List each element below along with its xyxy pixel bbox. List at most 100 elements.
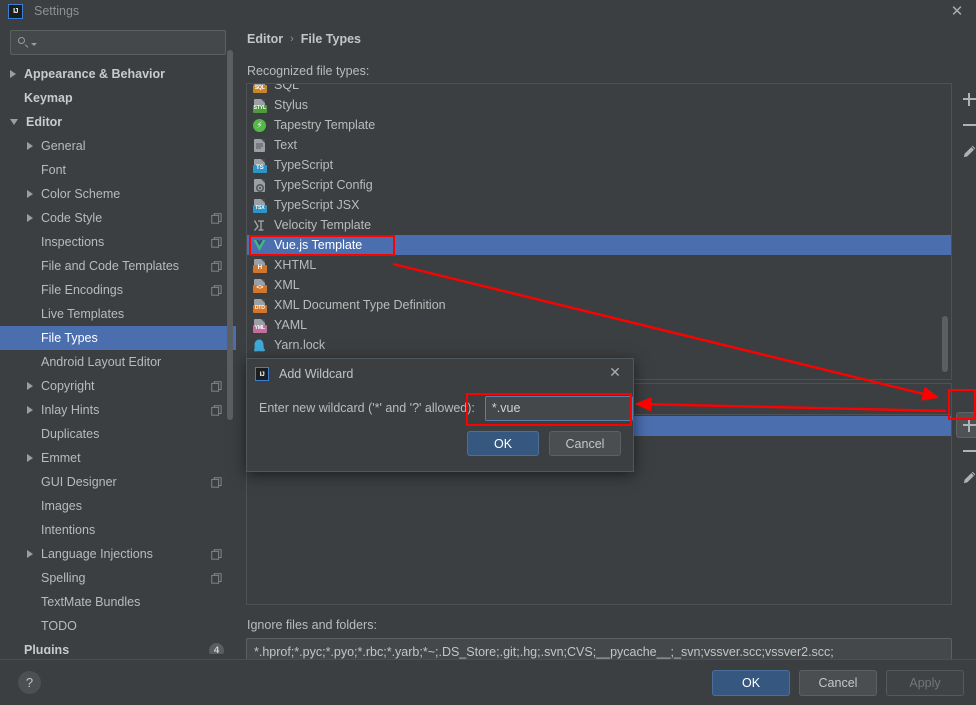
wildcard-prompt-label: Enter new wildcard ('*' and '?' allowed)… <box>259 401 475 415</box>
close-icon[interactable]: ✕ <box>948 2 966 20</box>
breadcrumb-parent[interactable]: Editor <box>247 32 283 46</box>
file-type-row[interactable]: ⚡ Tapestry Template <box>247 115 951 135</box>
chevron-right-icon[interactable] <box>27 382 33 390</box>
chevron-right-icon[interactable] <box>27 406 33 414</box>
sidebar-item-live-templates[interactable]: Live Templates <box>0 302 236 326</box>
sidebar-item-spelling[interactable]: Spelling <box>0 566 236 590</box>
edit-pattern-button[interactable] <box>956 464 976 490</box>
sidebar-item-copyright[interactable]: Copyright <box>0 374 236 398</box>
file-type-label: Text <box>274 138 297 152</box>
window-title: Settings <box>34 4 80 18</box>
chevron-down-icon[interactable] <box>10 119 18 125</box>
remove-file-type-button[interactable] <box>956 112 976 138</box>
wildcard-cancel-button[interactable]: Cancel <box>549 431 621 456</box>
sidebar-item-code-style[interactable]: Code Style <box>0 206 236 230</box>
sidebar-item-todo[interactable]: TODO <box>0 614 236 638</box>
help-button[interactable]: ? <box>18 671 41 694</box>
sidebar-item-gui-designer[interactable]: GUI Designer <box>0 470 236 494</box>
sidebar-item-intentions[interactable]: Intentions <box>0 518 236 542</box>
sidebar-item-inlay-hints[interactable]: Inlay Hints <box>0 398 236 422</box>
cancel-button[interactable]: Cancel <box>799 670 877 696</box>
search-icon <box>17 36 30 49</box>
sidebar-item-label: Editor <box>26 115 63 129</box>
breadcrumb-separator-icon: › <box>290 33 294 45</box>
chevron-right-icon[interactable] <box>27 454 33 462</box>
file-type-row[interactable]: <> XML <box>247 275 951 295</box>
sidebar-item-emmet[interactable]: Emmet <box>0 446 236 470</box>
sidebar-item-language-injections[interactable]: Language Injections <box>0 542 236 566</box>
file-type-list-scrollbar-thumb[interactable] <box>942 316 948 372</box>
registered-patterns-toolbar <box>954 412 976 490</box>
sidebar-item-file-encodings[interactable]: File Encodings <box>0 278 236 302</box>
file-type-row[interactable]: H XHTML <box>247 255 951 275</box>
chevron-right-icon[interactable] <box>27 142 33 150</box>
sidebar-item-label: Plugins <box>24 643 70 654</box>
sidebar-item-android-layout-editor[interactable]: Android Layout Editor <box>0 350 236 374</box>
file-type-row[interactable]: Yarn.lock <box>247 335 951 355</box>
sidebar-item-plugins[interactable]: Plugins 4 <box>0 638 236 654</box>
sidebar-item-file-types[interactable]: File Types <box>0 326 236 350</box>
add-file-type-button[interactable] <box>956 86 976 112</box>
file-type-label: TypeScript <box>274 158 334 172</box>
sidebar-item-label: Intentions <box>41 523 96 537</box>
sidebar-item-label: TODO <box>41 619 77 633</box>
sidebar-item-appearance-behavior[interactable]: Appearance & Behavior <box>0 62 236 86</box>
sidebar-scrollbar-thumb[interactable] <box>227 50 233 420</box>
sidebar-item-textmate-bundles[interactable]: TextMate Bundles <box>0 590 236 614</box>
sidebar-item-label: Android Layout Editor <box>41 355 162 369</box>
file-type-label: XML <box>274 278 300 292</box>
file-type-label: Yarn.lock <box>274 338 326 352</box>
settings-tree[interactable]: Appearance & Behavior Keymap Editor General… <box>0 62 236 654</box>
file-type-row[interactable]: Vue.js Template <box>247 235 951 255</box>
sidebar-item-color-scheme[interactable]: Color Scheme <box>0 182 236 206</box>
sidebar-item-file-and-code-templates[interactable]: File and Code Templates <box>0 254 236 278</box>
tapestry-template-icon: ⚡ <box>252 118 267 133</box>
sidebar-item-duplicates[interactable]: Duplicates <box>0 422 236 446</box>
wildcard-input[interactable] <box>484 395 633 421</box>
copy-settings-icon <box>211 548 222 560</box>
file-type-row[interactable]: Velocity Template <box>247 215 951 235</box>
file-type-list-scrollbar[interactable] <box>941 84 950 379</box>
file-type-row[interactable]: Text <box>247 135 951 155</box>
file-type-label: XML Document Type Definition <box>274 298 446 312</box>
apply-button: Apply <box>886 670 964 696</box>
sidebar-item-general[interactable]: General <box>0 134 236 158</box>
sidebar-item-images[interactable]: Images <box>0 494 236 518</box>
file-type-row[interactable]: DTD XML Document Type Definition <box>247 295 951 315</box>
search-box[interactable] <box>10 30 226 55</box>
sidebar-scrollbar[interactable] <box>226 22 235 659</box>
chevron-right-icon[interactable] <box>27 190 33 198</box>
file-type-row[interactable]: TSX TypeScript JSX <box>247 195 951 215</box>
file-type-row[interactable]: STYL Stylus <box>247 95 951 115</box>
add-wildcard-dialog: IJ Add Wildcard ✕ Enter new wildcard ('*… <box>246 358 634 472</box>
chevron-right-icon[interactable] <box>27 214 33 222</box>
edit-file-type-button[interactable] <box>956 138 976 164</box>
sidebar-item-editor[interactable]: Editor <box>0 110 236 134</box>
file-type-row[interactable]: TS TypeScript <box>247 155 951 175</box>
sidebar-item-label: Inspections <box>41 235 105 249</box>
close-icon[interactable]: ✕ <box>607 364 623 380</box>
sidebar-item-keymap[interactable]: Keymap <box>0 86 236 110</box>
file-type-row[interactable]: TypeScript Config <box>247 175 951 195</box>
file-type-row[interactable]: YML YAML <box>247 315 951 335</box>
file-type-row[interactable]: SQL SQL <box>247 84 951 95</box>
remove-pattern-button[interactable] <box>956 438 976 464</box>
chevron-right-icon[interactable] <box>27 550 33 558</box>
recognized-file-types-list[interactable]: SQL SQL STYL Stylus ⚡ Tapestry Template Text TS… <box>246 83 952 380</box>
search-input[interactable] <box>37 35 219 50</box>
sidebar-item-font[interactable]: Font <box>0 158 236 182</box>
chevron-right-icon[interactable] <box>10 70 16 78</box>
xml-file-icon: <> <box>252 278 267 293</box>
sidebar-item-label: Duplicates <box>41 427 100 441</box>
add-pattern-button[interactable] <box>956 412 976 438</box>
copy-settings-icon <box>211 284 222 296</box>
sidebar-item-inspections[interactable]: Inspections <box>0 230 236 254</box>
wildcard-ok-button[interactable]: OK <box>467 431 539 456</box>
ok-button[interactable]: OK <box>712 670 790 696</box>
add-wildcard-title-bar: IJ Add Wildcard ✕ <box>247 359 633 389</box>
